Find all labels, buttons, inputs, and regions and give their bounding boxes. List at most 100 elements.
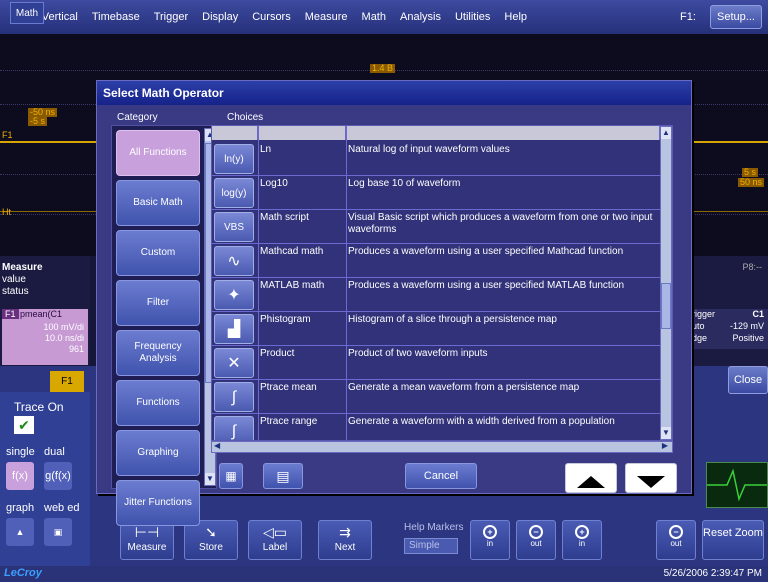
- single-function-button[interactable]: f(x): [6, 462, 34, 490]
- trace-offset-tag: 50 ns: [738, 177, 765, 187]
- scroll-left-icon[interactable]: ◀: [214, 441, 220, 450]
- next-button[interactable]: ⇉ Next: [318, 520, 372, 560]
- zoom-out-icon: −: [529, 525, 543, 539]
- choices-header: Choices: [227, 112, 264, 123]
- single-label: single: [6, 446, 35, 458]
- category-all-functions[interactable]: All Functions: [116, 130, 200, 176]
- trace-offset-tag: -5 s: [28, 116, 48, 126]
- web-edit-button[interactable]: ▣: [44, 518, 72, 546]
- phistogram-icon[interactable]: ▟: [214, 314, 254, 344]
- choice-row-log10[interactable]: log(y) Log10 Log base 10 of waveform: [212, 176, 660, 210]
- column-header-name[interactable]: [258, 126, 346, 140]
- log10-icon[interactable]: log(y): [214, 178, 254, 208]
- setup-button[interactable]: Setup...: [710, 5, 762, 29]
- choice-row-ptrace-range[interactable]: ∫ Ptrace range Generate a waveform with a …: [212, 414, 660, 440]
- menu-item-vertical[interactable]: Vertical: [42, 11, 78, 23]
- move-down-button[interactable]: [625, 463, 677, 493]
- matlab-icon[interactable]: ✦: [214, 280, 254, 310]
- category-functions[interactable]: Functions: [116, 380, 200, 426]
- scroll-thumb[interactable]: [661, 283, 671, 329]
- ptrace-mean-icon[interactable]: ∫: [214, 382, 254, 412]
- column-header-icon[interactable]: [212, 126, 258, 140]
- choice-description: Product of two waveform inputs: [348, 348, 488, 359]
- choice-description: Histogram of a slice through a persisten…: [348, 314, 557, 325]
- move-up-button[interactable]: [565, 463, 617, 493]
- menu-item-timebase[interactable]: Timebase: [92, 11, 140, 23]
- choice-name: Mathcad math: [260, 246, 324, 257]
- category-custom[interactable]: Custom: [116, 230, 200, 276]
- reset-zoom-button[interactable]: Reset Zoom: [702, 520, 764, 560]
- choice-row-matlab[interactable]: ✦ MATLAB math Produces a waveform using a …: [212, 278, 660, 312]
- choice-row-vbs[interactable]: VBS Math script Visual Basic script which …: [212, 210, 660, 244]
- f1-vdiv: 100 mV/di: [43, 322, 84, 332]
- label-button[interactable]: ◁▭ Label: [248, 520, 302, 560]
- scroll-up-icon[interactable]: ▲: [661, 127, 671, 139]
- product-icon[interactable]: ✕: [214, 348, 254, 378]
- scroll-down-icon[interactable]: ▼: [205, 473, 215, 485]
- choice-name: Ptrace mean: [260, 382, 317, 393]
- trigger-channel: C1: [752, 309, 764, 319]
- menu-item-cursors[interactable]: Cursors: [252, 11, 291, 23]
- store-button[interactable]: ➘ Store: [184, 520, 238, 560]
- choice-row-mathcad[interactable]: ∿ Mathcad math Produces a waveform using a…: [212, 244, 660, 278]
- menu-item-display[interactable]: Display: [202, 11, 238, 23]
- menu-item-help[interactable]: Help: [504, 11, 527, 23]
- help-markers-select[interactable]: Simple: [404, 538, 458, 554]
- select-math-operator-dialog: Select Math Operator Category Choices ▲ …: [96, 80, 692, 526]
- category-frequency-analysis[interactable]: Frequency Analysis: [116, 330, 200, 376]
- view-icons-button[interactable]: ▦: [219, 463, 243, 489]
- scroll-down-icon[interactable]: ▼: [661, 427, 671, 439]
- trigger-slope-label: dge: [692, 333, 708, 343]
- trigger-descriptor[interactable]: rigger C1 uto -129 mV dge Positive: [690, 309, 768, 349]
- tab-math[interactable]: Math: [10, 2, 44, 24]
- menu-item-measure[interactable]: Measure: [305, 11, 348, 23]
- choices-horizontal-scrollbar[interactable]: ◀ ▶: [211, 441, 673, 453]
- tab-f1[interactable]: F1: [50, 371, 84, 393]
- close-button[interactable]: Close: [728, 366, 768, 394]
- ln-icon[interactable]: ln(y): [214, 144, 254, 174]
- dual-function-button[interactable]: g(f(x): [44, 462, 72, 490]
- graph-button[interactable]: ▲: [6, 518, 34, 546]
- choices-list: ln(y) Ln Natural log of input waveform val…: [211, 125, 673, 441]
- measure-button[interactable]: ⊢⊣ Measure: [120, 520, 174, 560]
- choice-row-ptrace-mean[interactable]: ∫ Ptrace mean Generate a mean waveform fro…: [212, 380, 660, 414]
- zoom-in-button[interactable]: + in: [470, 520, 510, 560]
- choice-row-ln[interactable]: ln(y) Ln Natural log of input waveform val…: [212, 142, 660, 176]
- category-jitter-functions[interactable]: Jitter Functions: [116, 480, 200, 526]
- category-basic-math[interactable]: Basic Math: [116, 180, 200, 226]
- ptrace-range-icon[interactable]: ∫: [214, 416, 254, 440]
- menu-item-analysis[interactable]: Analysis: [400, 11, 441, 23]
- trace-on-checkbox[interactable]: ✔: [14, 416, 34, 434]
- cancel-button[interactable]: Cancel: [405, 463, 477, 489]
- zoom-in-icon: +: [483, 525, 497, 539]
- vbs-icon[interactable]: VBS: [214, 212, 254, 242]
- date-time: 5/26/2006 2:39:47 PM: [663, 568, 762, 579]
- choice-name: Ptrace range: [260, 416, 318, 427]
- menu-item-trigger[interactable]: Trigger: [154, 11, 188, 23]
- menu-item-math[interactable]: Math: [362, 11, 386, 23]
- choice-description: Generate a waveform with a width derived…: [348, 416, 615, 427]
- column-header-description[interactable]: [346, 126, 660, 140]
- mathcad-icon[interactable]: ∿: [214, 246, 254, 276]
- choice-name: Phistogram: [260, 314, 311, 325]
- choices-scrollbar[interactable]: ▲ ▼: [660, 126, 672, 440]
- menu-item-utilities[interactable]: Utilities: [455, 11, 490, 23]
- category-filter[interactable]: Filter: [116, 280, 200, 326]
- choice-row-product[interactable]: ✕ Product Product of two waveform inputs: [212, 346, 660, 380]
- trace-on-label: Trace On: [14, 400, 64, 414]
- choice-row-phistogram[interactable]: ▟ Phistogram Histogram of a slice through …: [212, 312, 660, 346]
- choice-name: Math script: [260, 212, 309, 223]
- zoom-in-button[interactable]: + in: [562, 520, 602, 560]
- zoom-in-icon: +: [575, 525, 589, 539]
- zoom-out-button[interactable]: − out: [656, 520, 696, 560]
- zoom-out-button[interactable]: − out: [516, 520, 556, 560]
- f1-descriptor-box[interactable]: F1 pmean(C1 100 mV/di 10.0 ns/di 961: [2, 309, 88, 365]
- choices-column-headers: [212, 126, 660, 140]
- dialog-title: Select Math Operator: [97, 81, 691, 105]
- preview-waveform-icon: [707, 468, 767, 502]
- trace-ht-label: Ht: [2, 207, 11, 217]
- scroll-right-icon[interactable]: ▶: [662, 441, 668, 450]
- category-graphing[interactable]: Graphing: [116, 430, 200, 476]
- view-list-button[interactable]: ▤: [263, 463, 303, 489]
- choice-name: Log10: [260, 178, 288, 189]
